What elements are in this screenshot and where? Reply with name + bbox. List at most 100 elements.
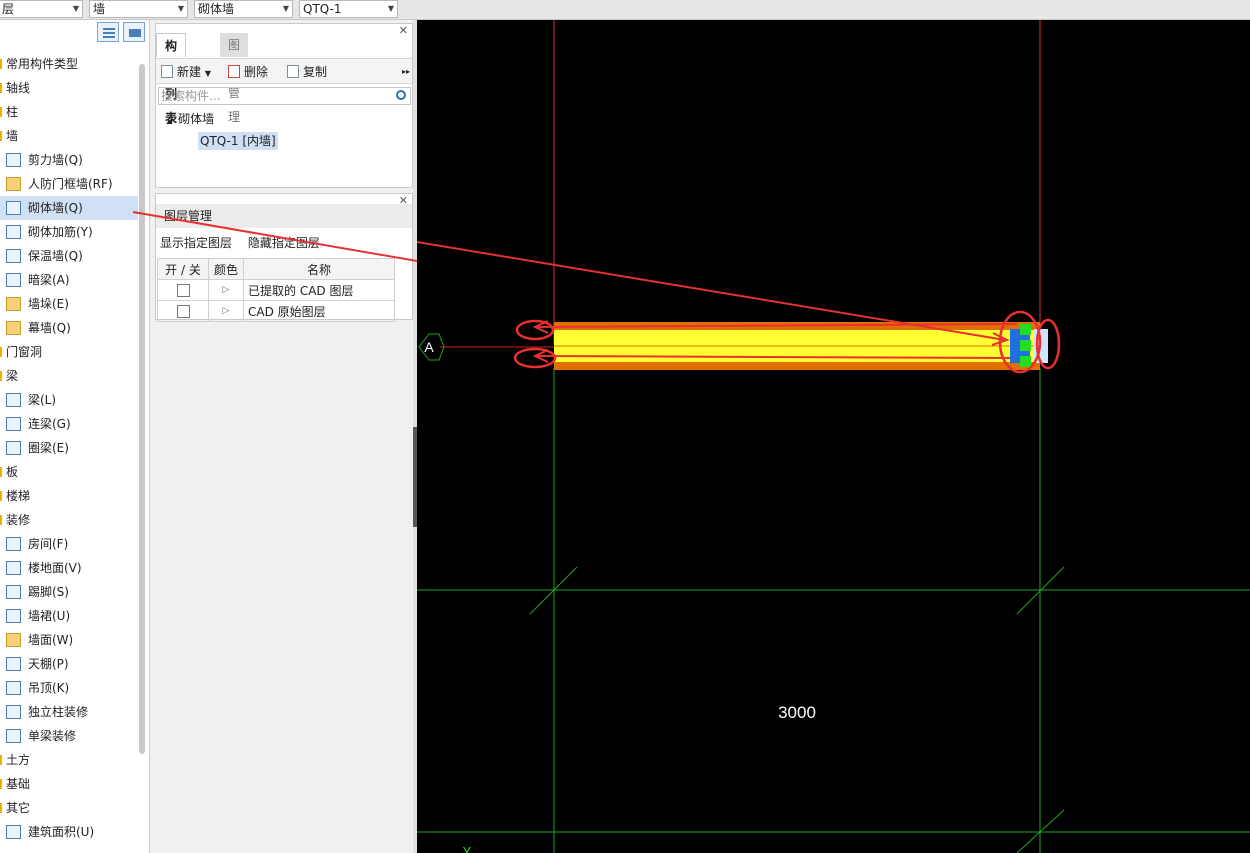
delete-button[interactable]: 删除	[228, 64, 268, 80]
tree-item[interactable]: 天棚(P)	[0, 652, 138, 676]
tree-item[interactable]: 砌体墙(Q)	[0, 196, 138, 220]
tree-item[interactable]: 暗梁(A)	[0, 268, 138, 292]
tree-item[interactable]: 板	[0, 460, 138, 484]
hidden-beam-icon	[6, 273, 21, 287]
expand-triangle-icon[interactable]: ▷	[208, 300, 244, 322]
expand-triangle-icon[interactable]: ▷	[208, 279, 244, 301]
component-search-input[interactable]: 搜索构件...	[158, 87, 411, 105]
grid-view-button[interactable]	[123, 22, 145, 42]
tree-item[interactable]: 剪力墙(Q)	[0, 148, 138, 172]
tree-item-label: 土方	[6, 753, 31, 767]
floor-surface-icon	[6, 561, 21, 575]
tree-item[interactable]: 梁(L)	[0, 388, 138, 412]
tree-item[interactable]: 常用构件类型	[0, 52, 138, 76]
category-marker	[0, 131, 2, 141]
component-type-dropdown-value: 墙	[93, 2, 106, 16]
new-button-label: 新建	[177, 65, 202, 79]
tree-item-label: 楼地面(V)	[28, 561, 82, 575]
tree-item[interactable]: 保温墙(Q)	[0, 244, 138, 268]
top-toolbar: 层 ▼ 墙 ▼ 砌体墙 ▼ QTQ-1 ▼	[0, 0, 1250, 20]
tree-item[interactable]: 独立柱装修	[0, 700, 138, 724]
tree-item[interactable]: 梁	[0, 364, 138, 388]
tab-drawing-management[interactable]: 图纸管理	[220, 33, 249, 124]
tab-component-list[interactable]: 构件列表	[156, 33, 187, 125]
shear-wall-icon	[6, 153, 21, 167]
component-type-tree-panel: 常用构件类型轴线柱墙剪力墙(Q) 人防门框墙(RF) 砌体墙(Q) 砌体加筋(Y) 保温…	[0, 20, 150, 853]
tree-item[interactable]: 轴线	[0, 76, 138, 100]
close-icon[interactable]: ✕	[399, 24, 408, 37]
tree-item[interactable]: 基础	[0, 772, 138, 796]
tree-item-label: 装修	[6, 513, 31, 527]
component-type-tree: 常用构件类型轴线柱墙剪力墙(Q) 人防门框墙(RF) 砌体墙(Q) 砌体加筋(Y) 保温…	[0, 52, 138, 844]
overflow-chevron-icon[interactable]: ▸▸	[402, 64, 410, 80]
chevron-down-icon: ▼	[72, 4, 79, 13]
show-layer-button[interactable]: 显示指定图层	[160, 236, 232, 250]
tree-item[interactable]: 墙	[0, 124, 138, 148]
chevron-down-icon: ▼	[204, 69, 211, 78]
component-subtype-dropdown[interactable]: 砌体墙 ▼	[194, 0, 293, 18]
table-row[interactable]: ▷ 已提取的 CAD 图层	[157, 279, 395, 301]
hide-layer-button[interactable]: 隐藏指定图层	[248, 236, 320, 250]
tree-item[interactable]: 房间(F)	[0, 532, 138, 556]
category-marker	[0, 779, 2, 789]
tree-item-label: 轴线	[6, 81, 31, 95]
tree-item[interactable]: 人防门框墙(RF)	[0, 172, 138, 196]
search-icon[interactable]	[396, 90, 406, 100]
column-header-name: 名称	[243, 258, 395, 280]
beam-icon	[6, 393, 21, 407]
tree-item-label: 砌体墙(Q)	[28, 201, 83, 215]
tree-item-label: 门窗洞	[6, 345, 43, 359]
building-area-icon	[6, 825, 21, 839]
tree-item[interactable]: 装修	[0, 508, 138, 532]
canvas-drawing: A 3000 Y	[417, 20, 1250, 853]
wall-surface-icon	[6, 633, 21, 647]
tree-item[interactable]: 建筑面积(U)	[0, 820, 138, 844]
grip-point-bottom[interactable]	[1020, 356, 1031, 367]
category-marker	[0, 491, 2, 501]
tree-node-label: QTQ-1 [内墙]	[198, 132, 278, 150]
search-placeholder: 搜索构件...	[161, 89, 221, 103]
tree-item[interactable]: 楼地面(V)	[0, 556, 138, 580]
ring-beam-icon	[6, 441, 21, 455]
column-header-color: 颜色	[208, 258, 244, 280]
tree-item[interactable]: 其它	[0, 796, 138, 820]
tree-item[interactable]: 圈梁(E)	[0, 436, 138, 460]
tree-item[interactable]: 柱	[0, 100, 138, 124]
tree-item[interactable]: 楼梯	[0, 484, 138, 508]
grip-point-middle[interactable]	[1020, 340, 1031, 351]
tree-item[interactable]: 吊顶(K)	[0, 676, 138, 700]
component-type-dropdown[interactable]: 墙 ▼	[89, 0, 188, 18]
list-view-button[interactable]	[97, 22, 119, 42]
layer-visibility-checkbox[interactable]	[176, 284, 190, 297]
tree-item[interactable]: 砌体加筋(Y)	[0, 220, 138, 244]
floor-dropdown[interactable]: 层 ▼	[0, 0, 83, 18]
tree-item[interactable]: 踢脚(S)	[0, 580, 138, 604]
tree-item[interactable]: 幕墙(Q)	[0, 316, 138, 340]
annotation-circle	[513, 347, 557, 369]
wall-buttress-icon	[6, 297, 21, 311]
drawing-canvas[interactable]: A 3000 Y	[417, 20, 1250, 853]
tree-item[interactable]: 门窗洞	[0, 340, 138, 364]
component-name-dropdown[interactable]: QTQ-1 ▼	[299, 0, 398, 18]
layer-visibility-checkbox[interactable]	[176, 305, 190, 318]
tree-item[interactable]: 墙裙(U)	[0, 604, 138, 628]
y-axis-label: Y	[463, 844, 472, 853]
grip-point-top[interactable]	[1020, 324, 1031, 335]
tree-item[interactable]: 墙面(W)	[0, 628, 138, 652]
table-row[interactable]: ▷ CAD 原始图层	[157, 300, 395, 322]
category-marker	[0, 467, 2, 477]
tree-item[interactable]: 连梁(G)	[0, 412, 138, 436]
tree-item-label: 建筑面积(U)	[28, 825, 95, 839]
tree-item-label: 独立柱装修	[28, 705, 89, 719]
category-marker	[0, 755, 2, 765]
copy-button[interactable]: 复制	[287, 64, 327, 80]
tree-scrollbar[interactable]	[139, 64, 145, 754]
tree-item[interactable]: 单梁装修	[0, 724, 138, 748]
tree-item[interactable]: 墙垛(E)	[0, 292, 138, 316]
new-button[interactable]: 新建 ▼	[161, 64, 211, 80]
tree-node-qtq1[interactable]: QTQ-1 [内墙]	[156, 130, 412, 152]
tree-item-label: 连梁(G)	[28, 417, 71, 431]
collapse-triangle-icon[interactable]: ◢	[166, 116, 172, 125]
tree-item[interactable]: 土方	[0, 748, 138, 772]
tree-node-masonry-wall[interactable]: ◢ 砌体墙	[156, 108, 412, 130]
